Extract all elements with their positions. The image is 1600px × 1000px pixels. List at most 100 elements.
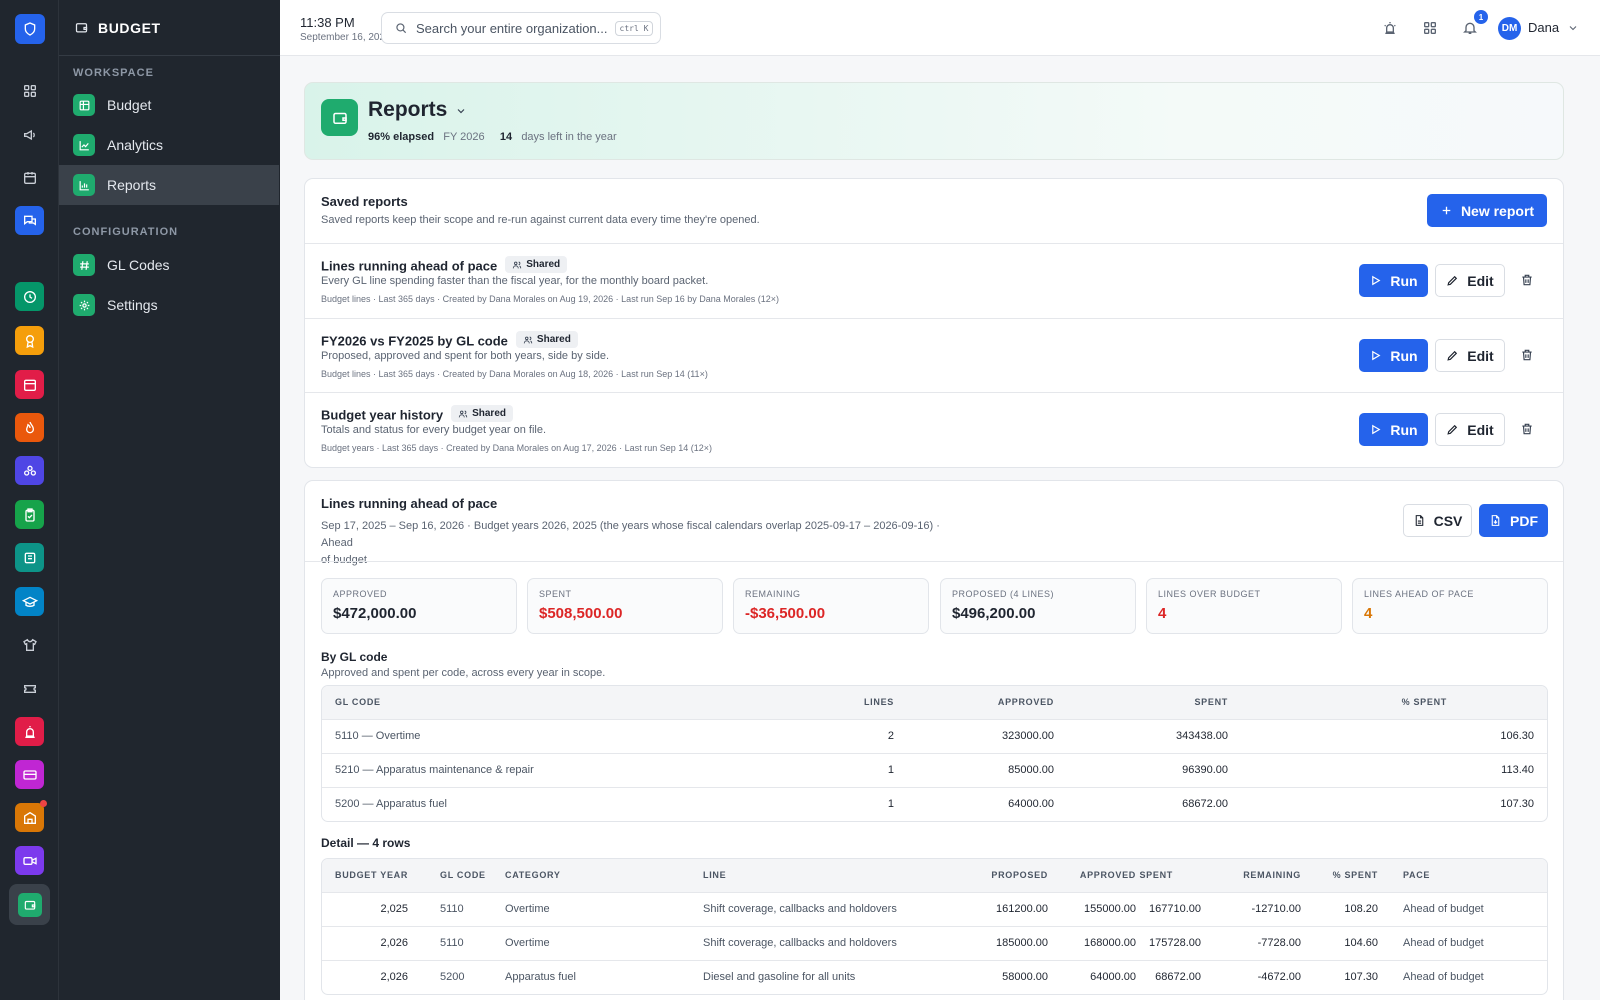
report-title[interactable]: Lines running ahead of pace <box>321 259 497 274</box>
flame-icon[interactable] <box>15 413 44 442</box>
column-header[interactable]: CATEGORY <box>505 859 703 892</box>
pace-cell: Ahead of budget <box>1378 959 1547 994</box>
column-header[interactable]: SPENT <box>1054 686 1228 719</box>
column-header[interactable]: GL CODE <box>428 859 505 892</box>
edit-label: Edit <box>1467 347 1494 364</box>
column-header[interactable]: % SPENT <box>1228 686 1547 719</box>
shirt-icon[interactable] <box>15 630 44 659</box>
user-name[interactable]: Dana <box>1528 20 1559 35</box>
column-header[interactable]: LINES <box>782 686 894 719</box>
global-search[interactable]: Search your entire organization... ctrl … <box>381 12 661 44</box>
chat-icon[interactable] <box>15 206 44 235</box>
saved-reports-card: Saved reports Saved reports keep their s… <box>304 178 1564 468</box>
pace-cell: Ahead of budget <box>1378 925 1547 960</box>
trash-icon[interactable] <box>1517 345 1537 365</box>
table-row: 2,026 5200 Apparatus fuel Diesel and gas… <box>322 959 1547 994</box>
clock-icon[interactable] <box>15 282 44 311</box>
budget-app-icon[interactable] <box>9 884 50 925</box>
station-icon[interactable] <box>15 800 47 832</box>
detail-table: BUDGET YEAR GL CODE CATEGORY LINE PROPOS… <box>321 858 1548 995</box>
new-report-button[interactable]: New report <box>1427 194 1547 227</box>
people-icon[interactable] <box>15 456 44 485</box>
inventory-icon[interactable] <box>15 543 44 572</box>
csv-export-button[interactable]: CSV <box>1403 504 1472 537</box>
run-button[interactable]: Run <box>1359 339 1428 372</box>
trash-icon[interactable] <box>1517 270 1537 290</box>
column-header[interactable]: LINE <box>703 859 938 892</box>
saved-report-row[interactable]: FY2026 vs FY2025 by GL code Shared Propos… <box>305 318 1563 392</box>
ticket-icon[interactable] <box>15 674 44 703</box>
sidebar-item-reports[interactable]: Reports <box>59 165 279 205</box>
graduation-icon[interactable] <box>15 587 44 616</box>
search-placeholder: Search your entire organization... <box>416 20 608 36</box>
bar-chart-icon <box>73 174 95 196</box>
edit-button[interactable]: Edit <box>1435 339 1505 372</box>
csv-label: CSV <box>1433 512 1463 529</box>
run-button[interactable]: Run <box>1359 264 1428 297</box>
budget-year-cell: 2,026 <box>322 925 428 960</box>
column-header[interactable]: BUDGET YEAR <box>322 859 428 892</box>
days-left-value: 14 <box>499 131 513 143</box>
column-header[interactable]: PACE <box>1378 859 1547 892</box>
wallet-icon <box>321 99 358 136</box>
hash-icon <box>73 254 95 276</box>
run-button[interactable]: Run <box>1359 413 1428 446</box>
column-header[interactable]: SPENT <box>1136 859 1201 892</box>
app-title: BUDGET <box>98 19 161 36</box>
column-header[interactable]: % SPENT <box>1301 859 1378 892</box>
report-title[interactable]: FY2026 vs FY2025 by GL code <box>321 334 508 349</box>
spent-cell: 68672.00 <box>1054 786 1228 821</box>
sidebar-item-settings[interactable]: Settings <box>59 285 279 325</box>
edit-button[interactable]: Edit <box>1435 264 1505 297</box>
play-icon <box>1372 350 1381 361</box>
column-header[interactable]: APPROVED <box>894 686 1054 719</box>
sidebar-item-label: Budget <box>107 97 152 113</box>
column-header[interactable]: GL CODE <box>322 686 782 719</box>
siren-icon[interactable] <box>1380 18 1400 38</box>
calendar-red-icon[interactable] <box>15 370 44 399</box>
calendar-icon[interactable] <box>15 163 44 192</box>
spent-cell: 96390.00 <box>1054 752 1228 787</box>
notification-badge: 1 <box>1474 10 1488 24</box>
saved-report-row[interactable]: Budget year history Shared Totals and sta… <box>305 392 1563 466</box>
edit-label: Edit <box>1467 272 1494 289</box>
sidebar-item-budget[interactable]: Budget <box>59 85 279 125</box>
sidebar-item-analytics[interactable]: Analytics <box>59 125 279 165</box>
badge-icon[interactable] <box>15 326 44 355</box>
sidebar-item-label: GL Codes <box>107 257 170 273</box>
shared-label: Shared <box>526 259 561 270</box>
report-result-card: Lines running ahead of pace Sep 17, 2025… <box>304 480 1564 1000</box>
card-icon[interactable] <box>15 760 44 789</box>
sidebar-item-gl-codes[interactable]: GL Codes <box>59 245 279 285</box>
column-header[interactable]: PROPOSED <box>938 859 1048 892</box>
chevron-down-icon[interactable] <box>1567 22 1579 34</box>
column-header[interactable]: APPROVED <box>1048 859 1136 892</box>
megaphone-icon[interactable] <box>15 120 44 149</box>
stat-value: -$36,500.00 <box>745 605 826 622</box>
run-label: Run <box>1390 272 1418 289</box>
column-header[interactable]: REMAINING <box>1201 859 1301 892</box>
apps-grid-icon[interactable] <box>1420 18 1440 38</box>
report-title[interactable]: Budget year history <box>321 408 443 423</box>
users-icon <box>458 410 468 417</box>
trash-icon[interactable] <box>1517 419 1537 439</box>
edit-button[interactable]: Edit <box>1435 413 1505 446</box>
clock: 11:38 PM September 16, 2026 <box>300 15 391 43</box>
clipboard-icon[interactable] <box>15 500 44 529</box>
video-icon[interactable] <box>15 846 44 875</box>
shared-badge: Shared <box>515 331 578 348</box>
shield-logo-icon[interactable] <box>15 14 45 44</box>
pencil-icon <box>1447 275 1458 286</box>
users-icon <box>523 336 533 343</box>
saved-report-row[interactable]: Lines running ahead of pace Shared Every … <box>305 243 1563 317</box>
stat-value: $496,200.00 <box>952 605 1036 622</box>
dashboard-icon[interactable] <box>15 76 44 105</box>
avatar[interactable]: DM <box>1498 17 1521 40</box>
lines-cell: 2 <box>782 718 894 753</box>
report-description: Totals and status for every budget year … <box>321 424 547 436</box>
pdf-label: PDF <box>1510 512 1538 529</box>
stat-label: REMAINING <box>745 589 801 599</box>
alarm-icon[interactable] <box>15 717 44 746</box>
chevron-down-icon[interactable] <box>455 105 467 120</box>
pdf-export-button[interactable]: PDF <box>1479 504 1548 537</box>
